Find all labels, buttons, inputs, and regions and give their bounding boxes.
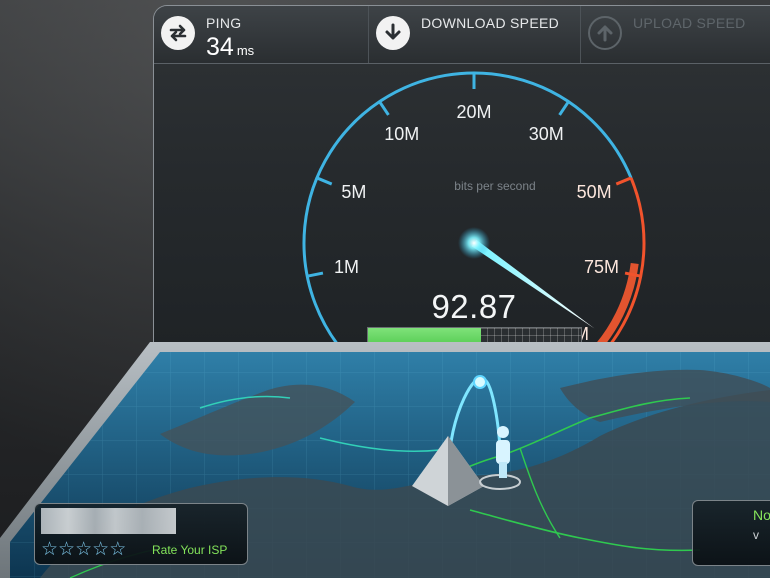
rating-star-icon[interactable]: ☆ [41, 540, 58, 559]
isp-name-obscured [41, 508, 176, 534]
gauge-tick-label: 1M [333, 257, 359, 278]
rating-star-icon[interactable]: ☆ [109, 540, 126, 559]
rating-star-icon[interactable]: ☆ [75, 540, 92, 559]
gauge-tick-label: 20M [456, 102, 492, 122]
server-name: No [753, 507, 770, 523]
rating-stars[interactable]: ☆ ☆ ☆ ☆ ☆ [41, 540, 126, 559]
gauge-tick-label: 10M [384, 123, 420, 144]
gauge-tick [316, 176, 333, 186]
gauge-tick-label: 50M [576, 182, 612, 203]
gauge-tick [558, 100, 570, 116]
gauge-tick [615, 176, 632, 186]
server-sub-label: v [753, 528, 759, 542]
speed-gauge-panel: PING 34 ms DOWNLOAD SPEED UPLOAD SPEED b… [153, 5, 770, 344]
gauge-tick-label: 5M [341, 182, 367, 203]
bits-per-second-caption: bits per second [454, 179, 536, 193]
isp-rating-box: ☆ ☆ ☆ ☆ ☆ Rate Your ISP [34, 503, 248, 565]
rating-star-icon[interactable]: ☆ [58, 540, 75, 559]
gauge-tick-label: 30M [528, 123, 564, 144]
gauge-tick [378, 100, 390, 116]
gauge-hub-glow [458, 227, 490, 259]
server-info-box: No v [692, 500, 770, 566]
rate-your-isp-link[interactable]: Rate Your ISP [152, 543, 227, 557]
gauge-tick-label: 75M [583, 257, 619, 278]
rating-star-icon[interactable]: ☆ [92, 540, 109, 559]
gauge-tick [624, 271, 642, 278]
current-speed-readout: 92.87 [431, 288, 517, 325]
gauge-tick [306, 271, 324, 278]
